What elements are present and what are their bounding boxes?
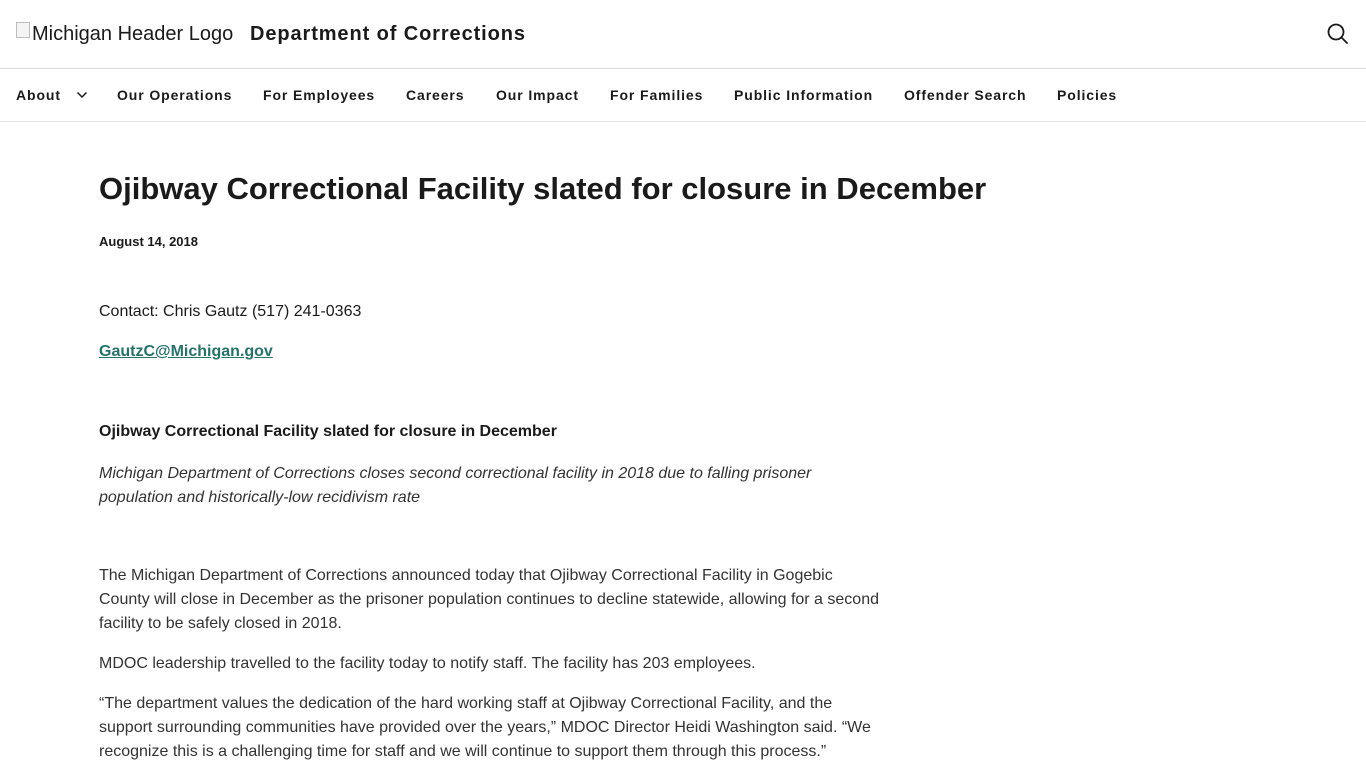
- michigan-logo[interactable]: Michigan Header Logo: [16, 22, 233, 46]
- body-paragraph: “The department values the dedication of…: [99, 695, 871, 760]
- body-paragraph: MDOC leadership travelled to the facilit…: [99, 655, 756, 672]
- publish-date: August 14, 2018: [99, 234, 198, 249]
- nav-item-careers[interactable]: Careers: [406, 87, 464, 104]
- nav-item-about[interactable]: About: [16, 87, 88, 105]
- nav-item-for-families[interactable]: For Families: [610, 87, 703, 104]
- article-tagline: Michigan Department of Corrections close…: [99, 465, 812, 506]
- contact-info: Contact: Chris Gautz (517) 241-0363: [99, 303, 362, 320]
- nav-item-public-information[interactable]: Public Information: [734, 87, 873, 104]
- article-subhead: Ojibway Correctional Facility slated for…: [99, 423, 557, 440]
- nav-item-our-operations[interactable]: Our Operations: [117, 87, 232, 104]
- nav-item-offender-search[interactable]: Offender Search: [904, 87, 1026, 104]
- site-header: Michigan Header Logo Department of Corre…: [0, 0, 1366, 69]
- nav-item-policies[interactable]: Policies: [1057, 87, 1117, 104]
- site-title[interactable]: Department of Corrections: [250, 22, 526, 46]
- nav-item-for-employees[interactable]: For Employees: [263, 87, 375, 104]
- search-button[interactable]: [1324, 20, 1352, 48]
- email-link[interactable]: GautzC@Michigan.gov: [99, 342, 273, 362]
- page-title: Ojibway Correctional Facility slated for…: [99, 171, 987, 206]
- broken-image-icon: [16, 22, 30, 38]
- chevron-down-icon: [76, 86, 88, 103]
- nav-item-label: About: [16, 87, 61, 103]
- nav-item-our-impact[interactable]: Our Impact: [496, 87, 579, 104]
- logo-alt-text: Michigan Header Logo: [32, 23, 234, 45]
- search-icon: [1327, 23, 1348, 44]
- body-paragraph: The Michigan Department of Corrections a…: [99, 567, 879, 632]
- main-nav: About Our Operations For Employees Caree…: [0, 69, 1366, 122]
